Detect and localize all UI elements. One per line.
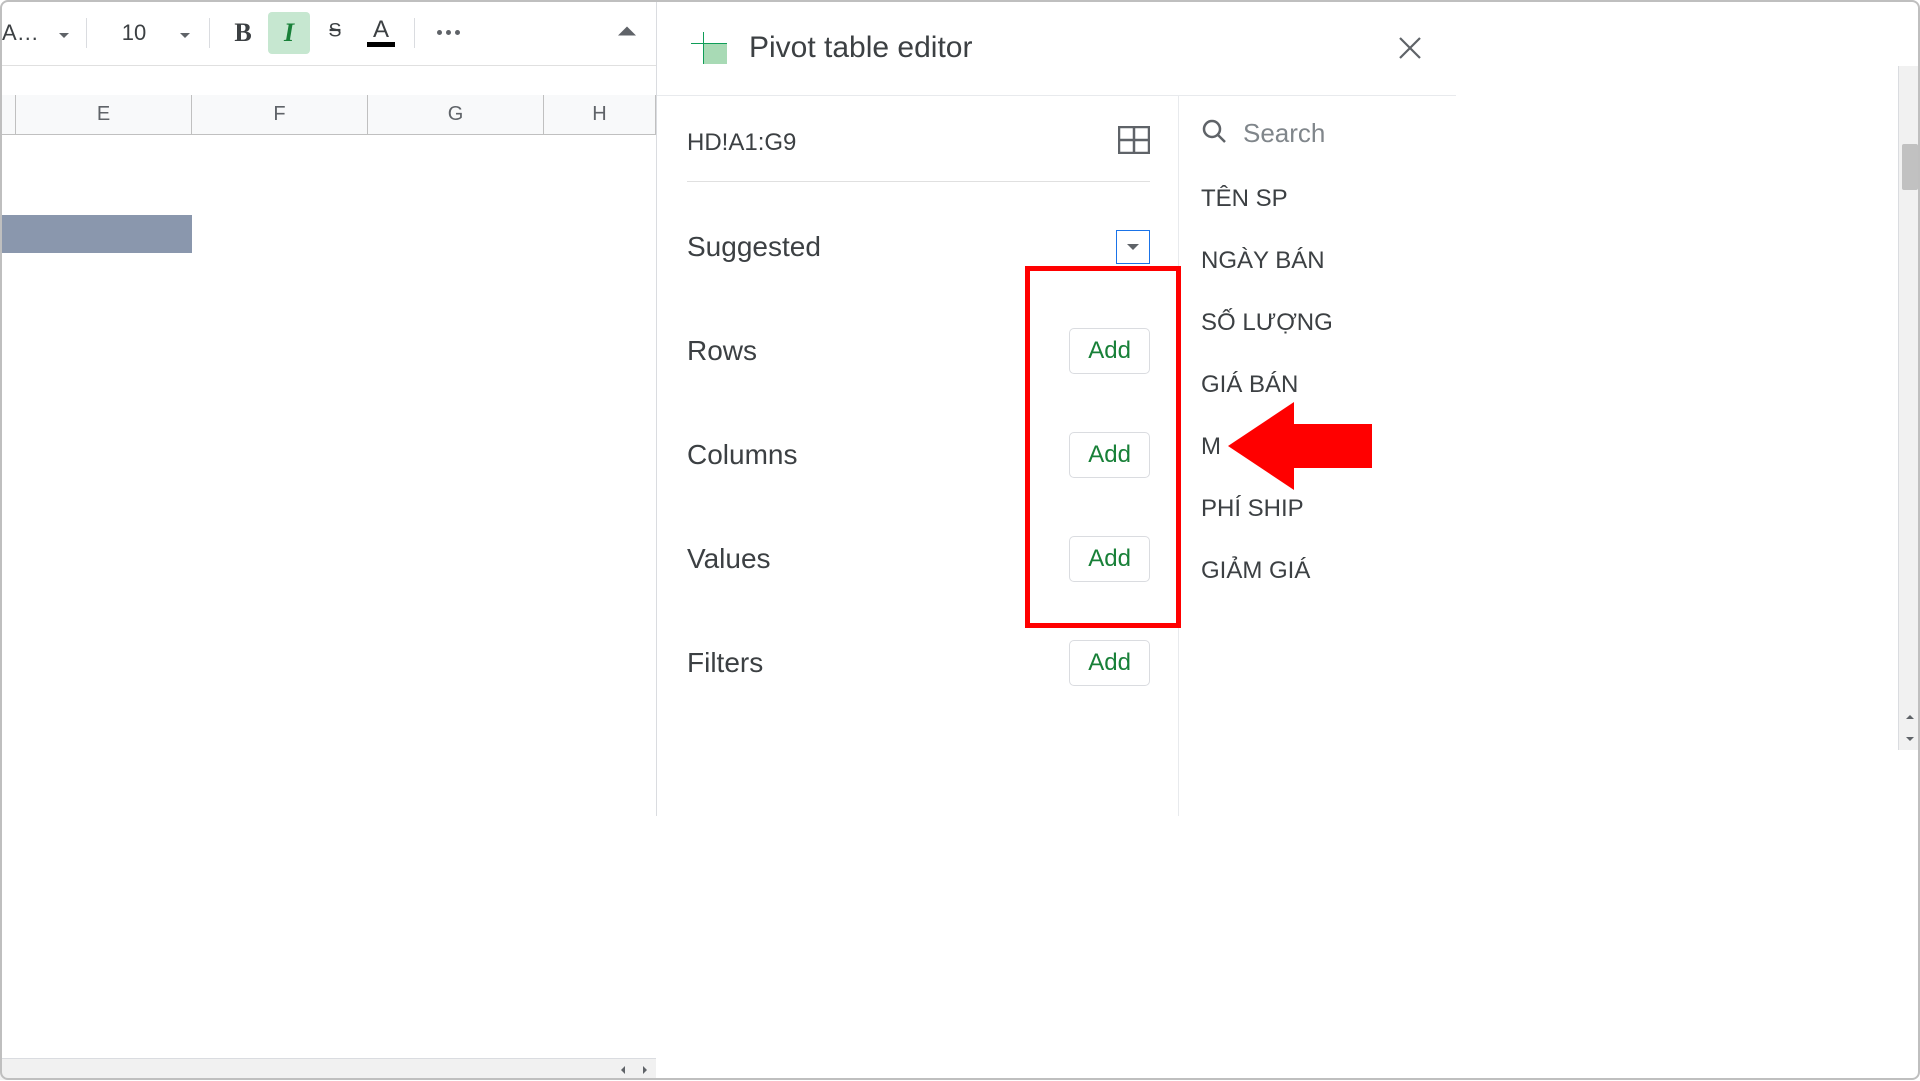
field-item[interactable]: PHÍ SHIP [1201, 495, 1456, 523]
section-filters: Filters Add [687, 640, 1150, 686]
add-values-button[interactable]: Add [1069, 536, 1150, 582]
select-range-button[interactable] [1118, 126, 1150, 159]
italic-button[interactable]: I [268, 12, 310, 54]
text-color-icon: A [360, 19, 402, 47]
bold-icon: B [234, 18, 251, 48]
column-header[interactable]: E [16, 95, 192, 134]
selected-cell[interactable] [0, 215, 192, 253]
more-horizontal-icon [437, 30, 460, 35]
column-headers: E F G H [16, 95, 656, 135]
add-columns-button[interactable]: Add [1069, 432, 1150, 478]
toolbar-separator [209, 18, 210, 48]
formatting-toolbar: Ari… 10 B I S A [0, 0, 656, 66]
scroll-right-button[interactable] [634, 1059, 656, 1081]
search-icon [1201, 118, 1227, 149]
font-family-select[interactable]: Ari… [0, 11, 76, 55]
column-header[interactable]: G [368, 95, 544, 134]
search-placeholder: Search [1243, 118, 1325, 149]
toolbar-separator [414, 18, 415, 48]
scroll-down-button[interactable] [1899, 728, 1920, 750]
panel-body: HD!A1:G9 Suggested Rows Add Columns Add [657, 96, 1456, 816]
panel-header: Pivot table editor [657, 0, 1456, 96]
section-rows: Rows Add [687, 328, 1150, 374]
section-label: Suggested [687, 231, 821, 263]
section-label: Columns [687, 439, 797, 471]
font-size-value: 10 [105, 20, 163, 46]
range-row: HD!A1:G9 [687, 126, 1150, 182]
section-label: Values [687, 543, 771, 575]
field-search[interactable]: Search [1201, 118, 1456, 149]
pivot-table-icon [691, 32, 727, 64]
panel-fields: Search TÊN SP NGÀY BÁN SỐ LƯỢNG GIÁ BÁN … [1179, 96, 1456, 816]
font-size-select[interactable]: 10 [97, 20, 199, 46]
more-formatting-button[interactable] [427, 12, 469, 54]
column-header[interactable]: F [192, 95, 368, 134]
section-columns: Columns Add [687, 432, 1150, 478]
expand-suggested-button[interactable] [1116, 230, 1150, 264]
spreadsheet-grid[interactable]: E F G H [0, 66, 656, 816]
vertical-scrollbar[interactable] [1898, 66, 1920, 750]
field-item[interactable]: M [1201, 433, 1456, 461]
scrollbar-thumb[interactable] [1902, 144, 1918, 190]
section-label: Filters [687, 647, 763, 679]
chevron-down-icon [58, 20, 70, 46]
row-header-gutter [0, 95, 16, 135]
scroll-left-button[interactable] [612, 1059, 634, 1081]
horizontal-scrollbar[interactable] [0, 1058, 656, 1080]
field-item[interactable]: SỐ LƯỢNG [1201, 309, 1456, 337]
add-filters-button[interactable]: Add [1069, 640, 1150, 686]
strikethrough-button[interactable]: S [314, 12, 356, 54]
panel-config: HD!A1:G9 Suggested Rows Add Columns Add [657, 96, 1179, 816]
text-color-button[interactable]: A [360, 12, 402, 54]
pivot-table-editor-panel: Pivot table editor HD!A1:G9 Suggested Ro… [656, 0, 1456, 816]
italic-icon: I [284, 18, 294, 48]
font-family-label: Ari… [2, 20, 42, 46]
field-item[interactable]: GIẢM GIÁ [1201, 557, 1456, 585]
section-suggested: Suggested [687, 230, 1150, 264]
toolbar-separator [86, 18, 87, 48]
close-panel-button[interactable] [1396, 34, 1424, 67]
field-item[interactable]: GIÁ BÁN [1201, 371, 1456, 399]
section-values: Values Add [687, 536, 1150, 582]
chevron-down-icon [179, 20, 191, 46]
scroll-up-button[interactable] [1899, 706, 1920, 728]
bold-button[interactable]: B [222, 12, 264, 54]
column-header[interactable]: H [544, 95, 656, 134]
section-label: Rows [687, 335, 757, 367]
add-rows-button[interactable]: Add [1069, 328, 1150, 374]
svg-text:S: S [328, 20, 341, 42]
field-item[interactable]: NGÀY BÁN [1201, 247, 1456, 275]
field-item[interactable]: TÊN SP [1201, 185, 1456, 213]
data-range-text[interactable]: HD!A1:G9 [687, 129, 796, 157]
strikethrough-icon: S [322, 17, 348, 48]
collapse-toolbar-button[interactable] [616, 23, 638, 42]
panel-title: Pivot table editor [749, 31, 972, 65]
